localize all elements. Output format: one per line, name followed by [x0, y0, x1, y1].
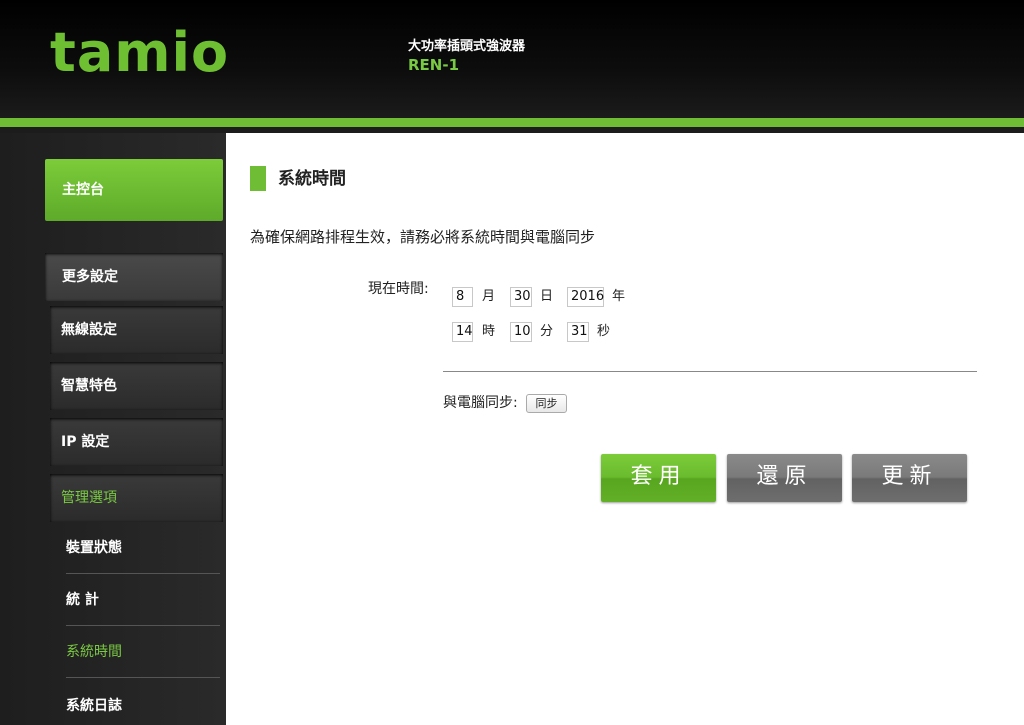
sidebar-item-dashboard[interactable]: 主控台	[45, 159, 223, 221]
product-title: 大功率插頭式強波器	[408, 39, 526, 54]
year-unit: 年	[612, 289, 626, 304]
hour-unit: 時	[482, 324, 496, 339]
apply-button[interactable]: 套用	[601, 454, 716, 502]
header: tamio 大功率插頭式強波器 REN-1	[0, 0, 1024, 118]
revert-button[interactable]: 還原	[727, 454, 842, 502]
header-accent-bar	[0, 118, 1024, 127]
minute-unit: 分	[540, 324, 554, 339]
sidebar-item-management[interactable]: 管理選項	[50, 474, 223, 522]
sidebar-item-more-settings[interactable]: 更多設定	[45, 253, 223, 301]
sidebar-item-ip-settings[interactable]: IP 設定	[50, 418, 223, 466]
year-field[interactable]: 2016	[567, 287, 604, 307]
hour-field[interactable]: 14	[452, 322, 473, 342]
page-title: 系統時間	[278, 169, 346, 189]
model-name: REN-1	[408, 56, 460, 74]
second-unit: 秒	[597, 324, 611, 339]
sidebar-subitem-system-log[interactable]: 系統日誌	[66, 680, 220, 725]
second-field[interactable]: 31	[567, 322, 589, 342]
divider	[443, 371, 977, 372]
sidebar-subitem-device-status[interactable]: 裝置狀態	[66, 522, 220, 574]
content-panel	[226, 133, 1024, 725]
section-marker	[250, 166, 266, 191]
day-unit: 日	[540, 289, 554, 304]
description-text: 為確保網路排程生效，請務必將系統時間與電腦同步	[250, 228, 596, 246]
sidebar-item-wireless[interactable]: 無線設定	[50, 306, 223, 354]
sidebar-subitem-system-time[interactable]: 系統時間	[66, 626, 220, 678]
sync-button[interactable]: 同步	[526, 394, 567, 413]
sync-label: 與電腦同步:	[443, 395, 518, 411]
sidebar-item-smart-features[interactable]: 智慧特色	[50, 362, 223, 410]
month-field[interactable]: 8	[452, 287, 473, 307]
month-unit: 月	[482, 289, 496, 304]
product-info: 大功率插頭式強波器 REN-1	[408, 39, 525, 75]
refresh-button[interactable]: 更新	[852, 454, 967, 502]
sidebar-subitem-statistics[interactable]: 統 計	[66, 574, 220, 626]
day-field[interactable]: 30	[510, 287, 532, 307]
minute-field[interactable]: 10	[510, 322, 532, 342]
current-time-label: 現在時間:	[368, 281, 429, 297]
tamio-logo[interactable]: tamio	[50, 26, 229, 80]
